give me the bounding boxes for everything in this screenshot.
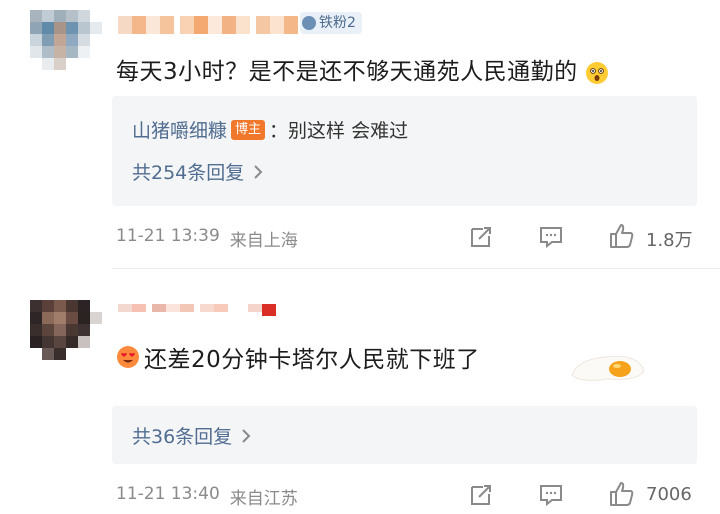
reply-author[interactable]: 山猪嚼细糠: [132, 116, 227, 143]
avatar[interactable]: [30, 10, 102, 70]
fan-level-tag: 铁粉2: [300, 12, 362, 34]
more-replies-link[interactable]: 共36条回复: [132, 422, 252, 449]
like-count: 7006: [646, 484, 692, 505]
comment-location: 来自上海: [229, 231, 298, 251]
more-replies-label: 共36条回复: [132, 426, 233, 448]
reply-separator: ：: [269, 120, 289, 142]
like-icon[interactable]: [608, 222, 636, 250]
reply-preview[interactable]: 共36条回复: [112, 406, 697, 464]
fried-egg-sticker-icon: [571, 355, 645, 381]
comment-time: 11-21 13:40: [116, 484, 220, 504]
like-icon[interactable]: [608, 480, 636, 508]
comment-time: 11-21 13:39: [116, 226, 220, 246]
comment-location: 来自江苏: [229, 489, 298, 509]
heart-eyes-emoji-icon: [117, 346, 139, 368]
reply-text: 别这样 会难过: [288, 120, 409, 142]
comment-meta: 11-21 13:39 来自上海: [116, 226, 298, 251]
comment-text: 还差20分钟卡塔尔人民就下班了: [116, 340, 480, 374]
comment-divider: [112, 268, 720, 269]
reply-line: 山猪嚼细糠 博主 ： 别这样 会难过: [132, 116, 408, 143]
like-count: 1.8万: [646, 230, 693, 251]
comment-icon[interactable]: [538, 224, 564, 250]
chevron-right-icon: [254, 164, 263, 179]
fan-level-label: 铁粉2: [319, 15, 356, 31]
share-icon[interactable]: [468, 482, 494, 508]
reply-preview[interactable]: 山猪嚼细糠 博主 ： 别这样 会难过 共254条回复: [112, 96, 697, 206]
chevron-right-icon: [242, 428, 251, 443]
username-blurred[interactable]: [118, 304, 276, 316]
astonished-emoji-icon: [586, 61, 609, 84]
more-replies-label: 共254条回复: [132, 162, 245, 184]
comment-body: 还差20分钟卡塔尔人民就下班了: [144, 347, 480, 373]
more-replies-link[interactable]: 共254条回复: [132, 158, 264, 185]
comment-meta: 11-21 13:40 来自江苏: [116, 484, 298, 509]
username-blurred[interactable]: [118, 16, 298, 34]
comment-icon[interactable]: [538, 482, 564, 508]
blogger-badge: 博主: [231, 119, 266, 140]
comment-text: 每天3小时？是不是还不够天通苑人民通勤的: [116, 52, 609, 86]
avatar[interactable]: [30, 300, 102, 360]
share-icon[interactable]: [468, 224, 494, 250]
fan-badge-icon: [302, 16, 316, 30]
comment-body: 每天3小时？是不是还不够天通苑人民通勤的: [116, 59, 578, 85]
